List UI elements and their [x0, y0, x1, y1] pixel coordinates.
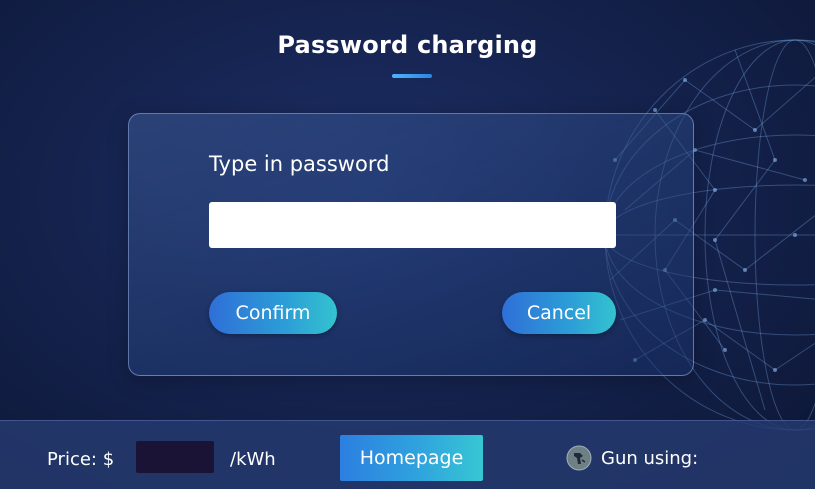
gun-status-label: Gun using:: [601, 448, 699, 469]
price-unit: /kWh: [230, 449, 276, 470]
charging-screen: Password charging Type in password Confi…: [0, 0, 815, 489]
status-bar: Price: $ /kWh Homepage Gun using:: [0, 420, 815, 489]
password-prompt: Type in password: [209, 152, 390, 176]
page-title: Password charging: [277, 31, 538, 59]
cancel-button[interactable]: Cancel: [502, 292, 616, 334]
charging-gun-icon: [566, 445, 592, 471]
homepage-button[interactable]: Homepage: [340, 435, 483, 481]
price-value: [136, 441, 214, 473]
price-label: Price: $: [47, 449, 115, 470]
password-input[interactable]: [209, 202, 616, 248]
password-dialog: Type in password Confirm Cancel: [128, 113, 694, 376]
title-underline: [392, 74, 432, 78]
confirm-button[interactable]: Confirm: [209, 292, 337, 334]
